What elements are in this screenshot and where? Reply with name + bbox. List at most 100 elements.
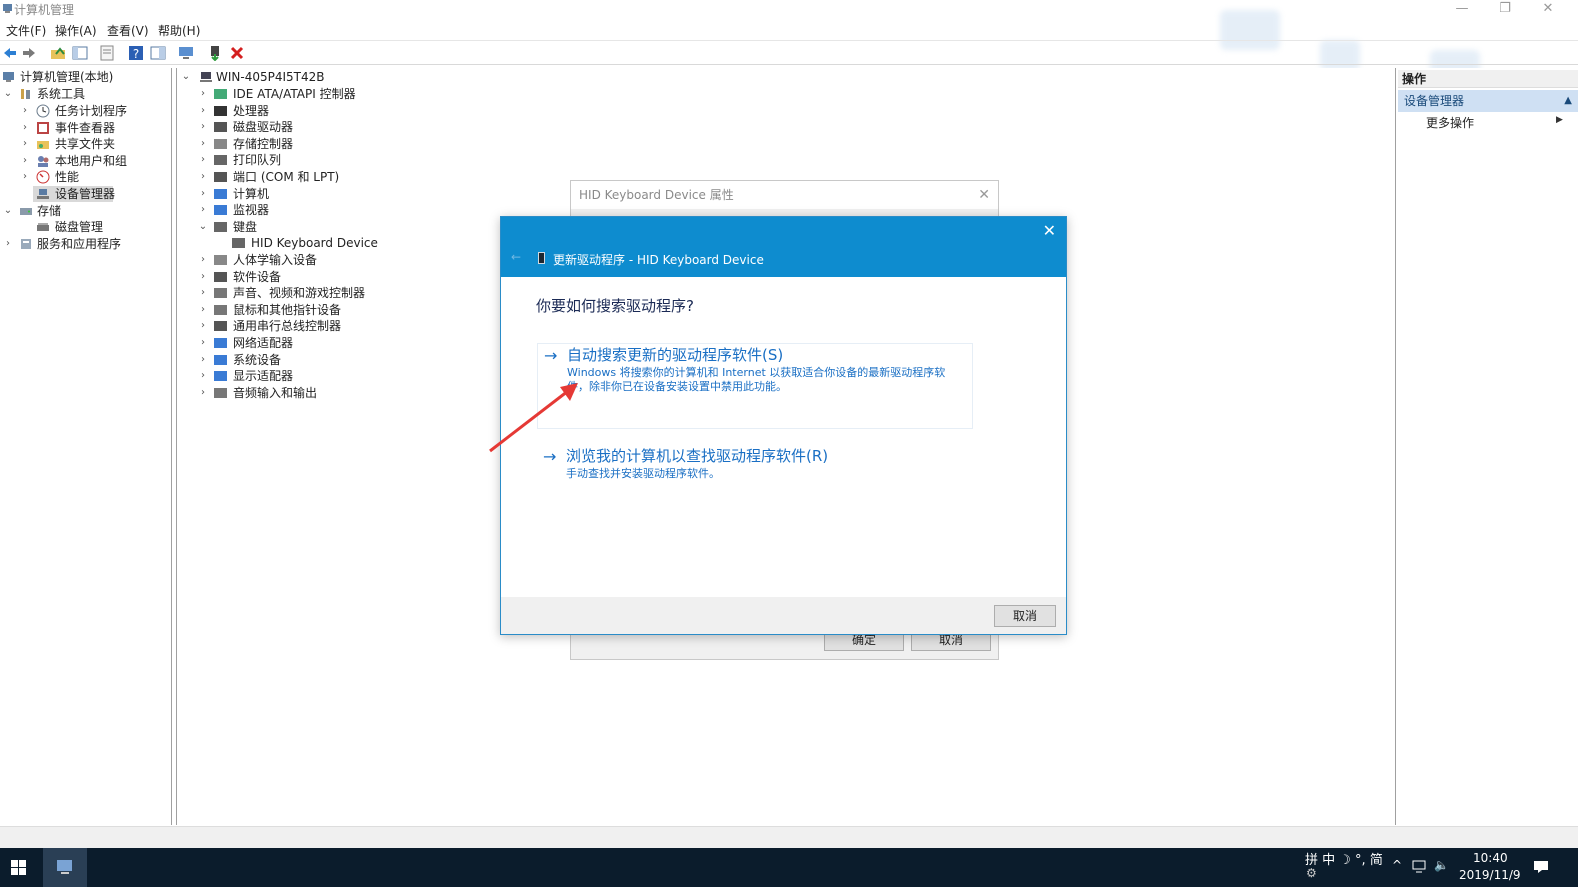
back-arrow-icon[interactable]: ←: [511, 250, 521, 264]
menu-view[interactable]: 查看(V): [107, 22, 149, 39]
event-viewer-icon: [37, 122, 49, 134]
chevron-right-icon[interactable]: ›: [20, 120, 30, 136]
taskbar-app-computer-management[interactable]: [43, 848, 87, 887]
browse-title: 浏览我的计算机以查找驱动程序软件(R): [566, 447, 829, 465]
device-category-icon: [214, 105, 227, 116]
properties-close-button[interactable]: ✕: [978, 181, 990, 209]
chevron-right-icon[interactable]: ›: [198, 252, 208, 268]
chevron-right-icon[interactable]: ›: [198, 152, 208, 168]
auto-search-description: Windows 将搜索你的计算机和 Internet 以获取适合你设备的最新驱动…: [567, 366, 946, 393]
chevron-right-icon[interactable]: ›: [198, 136, 208, 152]
svg-text:?: ?: [133, 47, 139, 61]
chevron-right-icon[interactable]: ›: [198, 202, 208, 218]
device-category-icon: [214, 155, 227, 166]
device-category-label: 网络适配器: [233, 336, 294, 350]
chevron-right-icon[interactable]: ›: [20, 153, 30, 169]
chevron-right-icon[interactable]: ›: [198, 318, 208, 334]
wizard-question: 你要如何搜索驱动程序?: [536, 297, 694, 315]
computer-management-icon: [57, 860, 72, 874]
device-category-icon: [214, 205, 227, 216]
chevron-right-icon[interactable]: ›: [20, 136, 30, 152]
services-icon: [21, 239, 31, 249]
tools-icon: [21, 89, 30, 99]
device-category-icon: [214, 271, 227, 282]
wizard-cancel-button[interactable]: 取消: [994, 605, 1056, 627]
windows-start-icon[interactable]: [11, 860, 26, 875]
device-category-label: 端口 (COM 和 LPT): [233, 170, 340, 184]
help-icon[interactable]: ?: [128, 45, 144, 61]
device-category-label: 软件设备: [233, 269, 282, 284]
volume-icon[interactable]: 🔈: [1434, 858, 1449, 872]
chevron-down-icon[interactable]: ⌄: [198, 219, 208, 235]
menu-file[interactable]: 文件(F): [6, 22, 46, 39]
device-category-label: 通用串行总线控制器: [233, 319, 342, 334]
auto-search-option[interactable]: → 自动搜索更新的驱动程序软件(S) Windows 将搜索你的计算机和 Int…: [537, 343, 973, 429]
performance-icon: [36, 170, 50, 184]
shared-folder-icon: [37, 141, 49, 149]
device-category-label: 打印队列: [233, 153, 282, 168]
console-tree-icon[interactable]: [72, 45, 88, 61]
network-icon[interactable]: [1412, 860, 1428, 874]
device-category-icon: [214, 338, 227, 348]
device-category-icon: [214, 89, 227, 99]
ime-settings-icon[interactable]: ⚙: [1306, 866, 1317, 880]
device-category-label: 处理器: [233, 103, 270, 118]
update-driver-icon[interactable]: [207, 45, 223, 61]
device-category-icon: [214, 354, 227, 365]
restore-button[interactable]: ❐: [1485, 0, 1525, 18]
monitor-icon[interactable]: [178, 45, 194, 61]
menu-action[interactable]: 操作(A): [55, 22, 97, 39]
clock-date[interactable]: 2019/11/9: [1459, 868, 1521, 882]
actions-header: 操作: [1398, 70, 1578, 88]
device-category-icon: [214, 371, 227, 382]
device-manager-icon: [37, 189, 49, 199]
wizard-header: ✕ ← 更新驱动程序 - HID Keyboard Device: [501, 217, 1066, 277]
chevron-right-icon[interactable]: ›: [198, 119, 208, 135]
actions-section-device-manager[interactable]: 设备管理器 ▲: [1398, 90, 1578, 112]
chevron-right-icon[interactable]: ›: [198, 103, 208, 119]
show-hide-icon[interactable]: [150, 45, 166, 61]
wizard-title: 更新驱动程序 - HID Keyboard Device: [553, 253, 764, 267]
up-folder-icon[interactable]: [50, 45, 66, 61]
collapse-icon[interactable]: ▲: [1564, 90, 1572, 112]
device-category-label: IDE ATA/ATAPI 控制器: [233, 87, 356, 101]
device-category-icon: [214, 304, 227, 315]
clock-time[interactable]: 10:40: [1473, 851, 1508, 865]
close-button[interactable]: ✕: [1528, 0, 1568, 18]
chevron-right-icon[interactable]: ›: [198, 285, 208, 301]
menu-help[interactable]: 帮助(H): [158, 22, 200, 39]
chevron-right-icon[interactable]: ›: [3, 236, 13, 252]
chevron-right-icon[interactable]: ›: [20, 169, 30, 185]
notification-icon[interactable]: [1533, 859, 1549, 875]
forward-icon[interactable]: [21, 45, 37, 61]
minimize-button[interactable]: —: [1442, 0, 1482, 18]
chevron-right-icon[interactable]: ›: [198, 368, 208, 384]
chevron-down-icon[interactable]: ⌄: [3, 203, 13, 219]
back-icon[interactable]: [2, 45, 18, 61]
wizard-close-button[interactable]: ✕: [1043, 221, 1056, 240]
menu-bar: 文件(F) 操作(A) 查看(V) 帮助(H): [0, 20, 1578, 39]
chevron-right-icon[interactable]: ›: [198, 352, 208, 368]
device-category-label: 存储控制器: [233, 136, 294, 151]
chevron-up-icon[interactable]: ^: [1392, 858, 1402, 872]
chevron-right-icon[interactable]: ›: [198, 186, 208, 202]
tree-item-device-manager[interactable]: 设备管理器: [33, 186, 115, 202]
chevron-right-icon[interactable]: ›: [198, 86, 208, 102]
properties-icon[interactable]: [99, 45, 115, 61]
chevron-right-icon[interactable]: ›: [198, 269, 208, 285]
chevron-right-icon[interactable]: ›: [198, 335, 208, 351]
clock-icon: [36, 104, 50, 118]
device-category-label: HID Keyboard Device: [251, 236, 378, 251]
device-category-icon: [214, 288, 227, 299]
device-category-icon: [214, 122, 227, 133]
chevron-right-icon[interactable]: ›: [198, 169, 208, 185]
chevron-right-icon[interactable]: ›: [198, 302, 208, 318]
more-actions-item[interactable]: 更多操作: [1426, 114, 1474, 131]
chevron-right-icon[interactable]: ›: [20, 103, 30, 119]
browse-option[interactable]: → 浏览我的计算机以查找驱动程序软件(R) 手动查找并安装驱动程序软件。: [537, 445, 973, 485]
uninstall-icon[interactable]: [229, 45, 245, 61]
chevron-right-icon[interactable]: ›: [198, 385, 208, 401]
chevron-down-icon[interactable]: ⌄: [3, 86, 13, 102]
computer-management-icon: [3, 4, 12, 13]
chevron-down-icon[interactable]: ⌄: [181, 69, 191, 85]
